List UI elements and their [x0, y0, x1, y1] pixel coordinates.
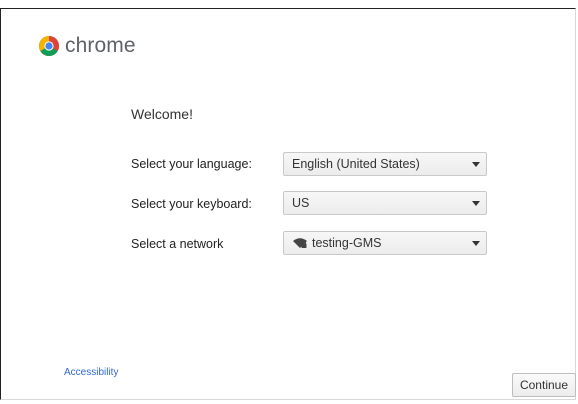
wifi-locked-icon [293, 238, 307, 248]
oobe-window: chrome Welcome! Select your language: En… [0, 8, 576, 400]
network-label: Select a network [131, 237, 224, 251]
language-label: Select your language: [131, 157, 252, 171]
brand-name: chrome [65, 34, 136, 57]
accessibility-link[interactable]: Accessibility [64, 367, 118, 378]
dropdown-arrow-icon [472, 240, 480, 246]
network-select[interactable]: testing-GMS [283, 231, 487, 255]
language-value: English (United States) [292, 157, 420, 171]
welcome-heading: Welcome! [131, 106, 193, 122]
chrome-logo-icon [39, 35, 59, 56]
dropdown-arrow-icon [472, 200, 480, 206]
network-value: testing-GMS [312, 236, 382, 250]
keyboard-label: Select your keyboard: [131, 197, 252, 211]
language-select[interactable]: English (United States) [283, 152, 487, 176]
continue-button[interactable]: Continue [512, 373, 576, 397]
brand-header: chrome [39, 35, 136, 56]
keyboard-select[interactable]: US [283, 191, 487, 215]
keyboard-value: US [292, 196, 310, 210]
dropdown-arrow-icon [472, 161, 480, 167]
